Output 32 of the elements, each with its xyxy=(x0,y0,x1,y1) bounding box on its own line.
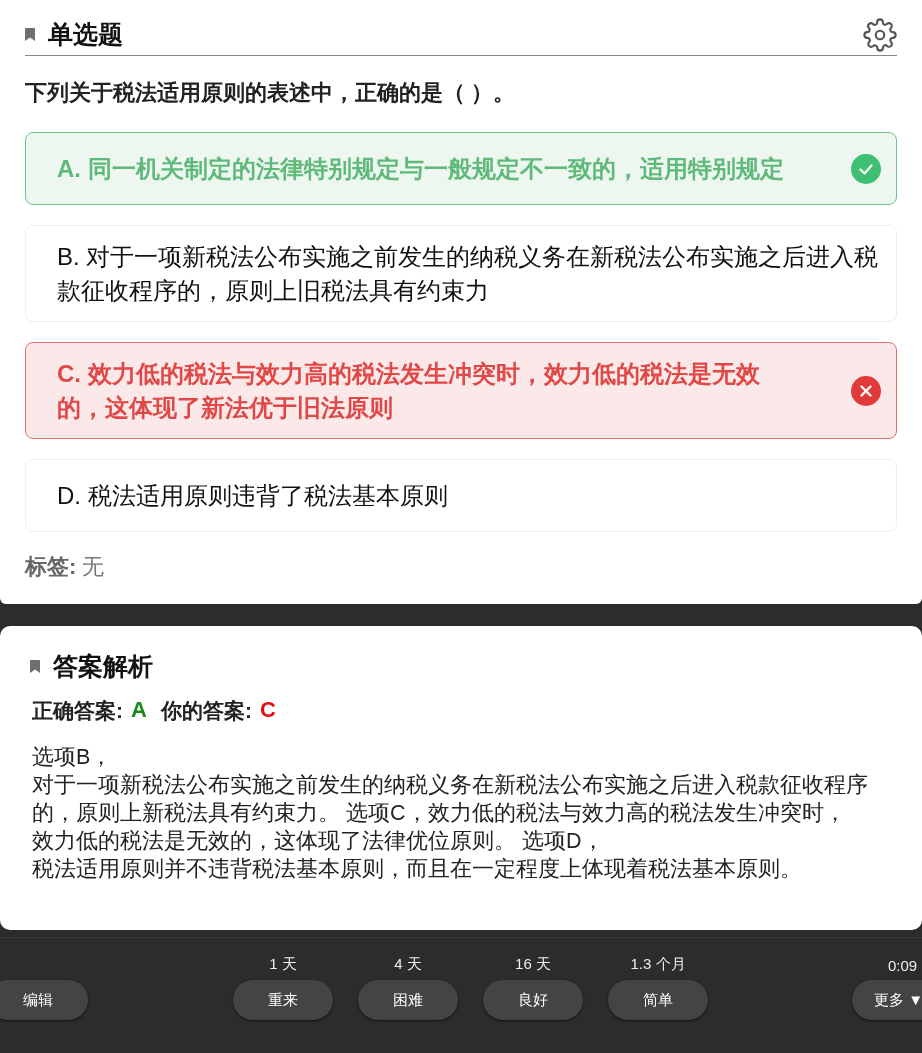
explanation-text: 效力低的税法是无效的，这体现了法律优位原则。 选项D， xyxy=(32,828,604,856)
answer-button[interactable]: 简单 xyxy=(608,980,708,1021)
explanation-text: 的，原则上新税法具有约束力。 选项C，效力低的税法与效力高的税法发生冲突时， xyxy=(32,800,846,828)
tags-label: 标签: xyxy=(25,554,77,580)
answer-button[interactable]: 重来 xyxy=(233,980,333,1021)
answer-button[interactable]: 困难 xyxy=(358,980,458,1021)
edit-button[interactable]: 编辑 xyxy=(0,980,88,1021)
bookmark-icon xyxy=(30,660,40,674)
explanation-text: 税法适用原则并不违背税法基本原则，而且在一定程度上体现着税法基本原则。 xyxy=(32,856,802,884)
question-text: 下列关于税法适用原则的表述中，正确的是（ ）。 xyxy=(25,79,517,107)
tags-value: 无 xyxy=(82,554,105,580)
interval-label: 1.3 个月 xyxy=(630,955,686,975)
answer-button[interactable]: 良好 xyxy=(483,980,583,1021)
interval-label: 1 天 xyxy=(269,955,297,975)
check-icon xyxy=(851,153,881,184)
correct-answer-value: A xyxy=(131,697,147,725)
explanation-text: 对于一项新税法公布实施之前发生的纳税义务在新税法公布实施之后进入税款征收程序 xyxy=(32,772,868,800)
section-title: 单选题 xyxy=(48,19,123,50)
settings-icon[interactable] xyxy=(863,17,897,52)
more-button[interactable]: 更多 ▼ xyxy=(852,980,922,1021)
option-item[interactable]: D. 税法适用原则违背了税法基本原则 xyxy=(25,459,897,533)
your-answer-value: C xyxy=(259,697,276,725)
interval-label: 4 天 xyxy=(394,955,422,975)
timer-label: 0:09 xyxy=(888,957,918,975)
interval-label: 16 天 xyxy=(515,955,551,975)
bookmark-icon xyxy=(25,28,35,41)
option-item[interactable]: B. 对于一项新税法公布实施之前发生的纳税义务在新税法公布实施之后进入税款征收程序的，原则上旧税法具有约束力 xyxy=(25,225,897,323)
section-title: 答案解析 xyxy=(53,651,153,683)
correct-answer-label: 正确答案: xyxy=(32,698,123,725)
explanation-text: 选项B， xyxy=(32,744,113,772)
cross-icon xyxy=(851,375,881,406)
your-answer-label: 你的答案: xyxy=(160,698,252,725)
